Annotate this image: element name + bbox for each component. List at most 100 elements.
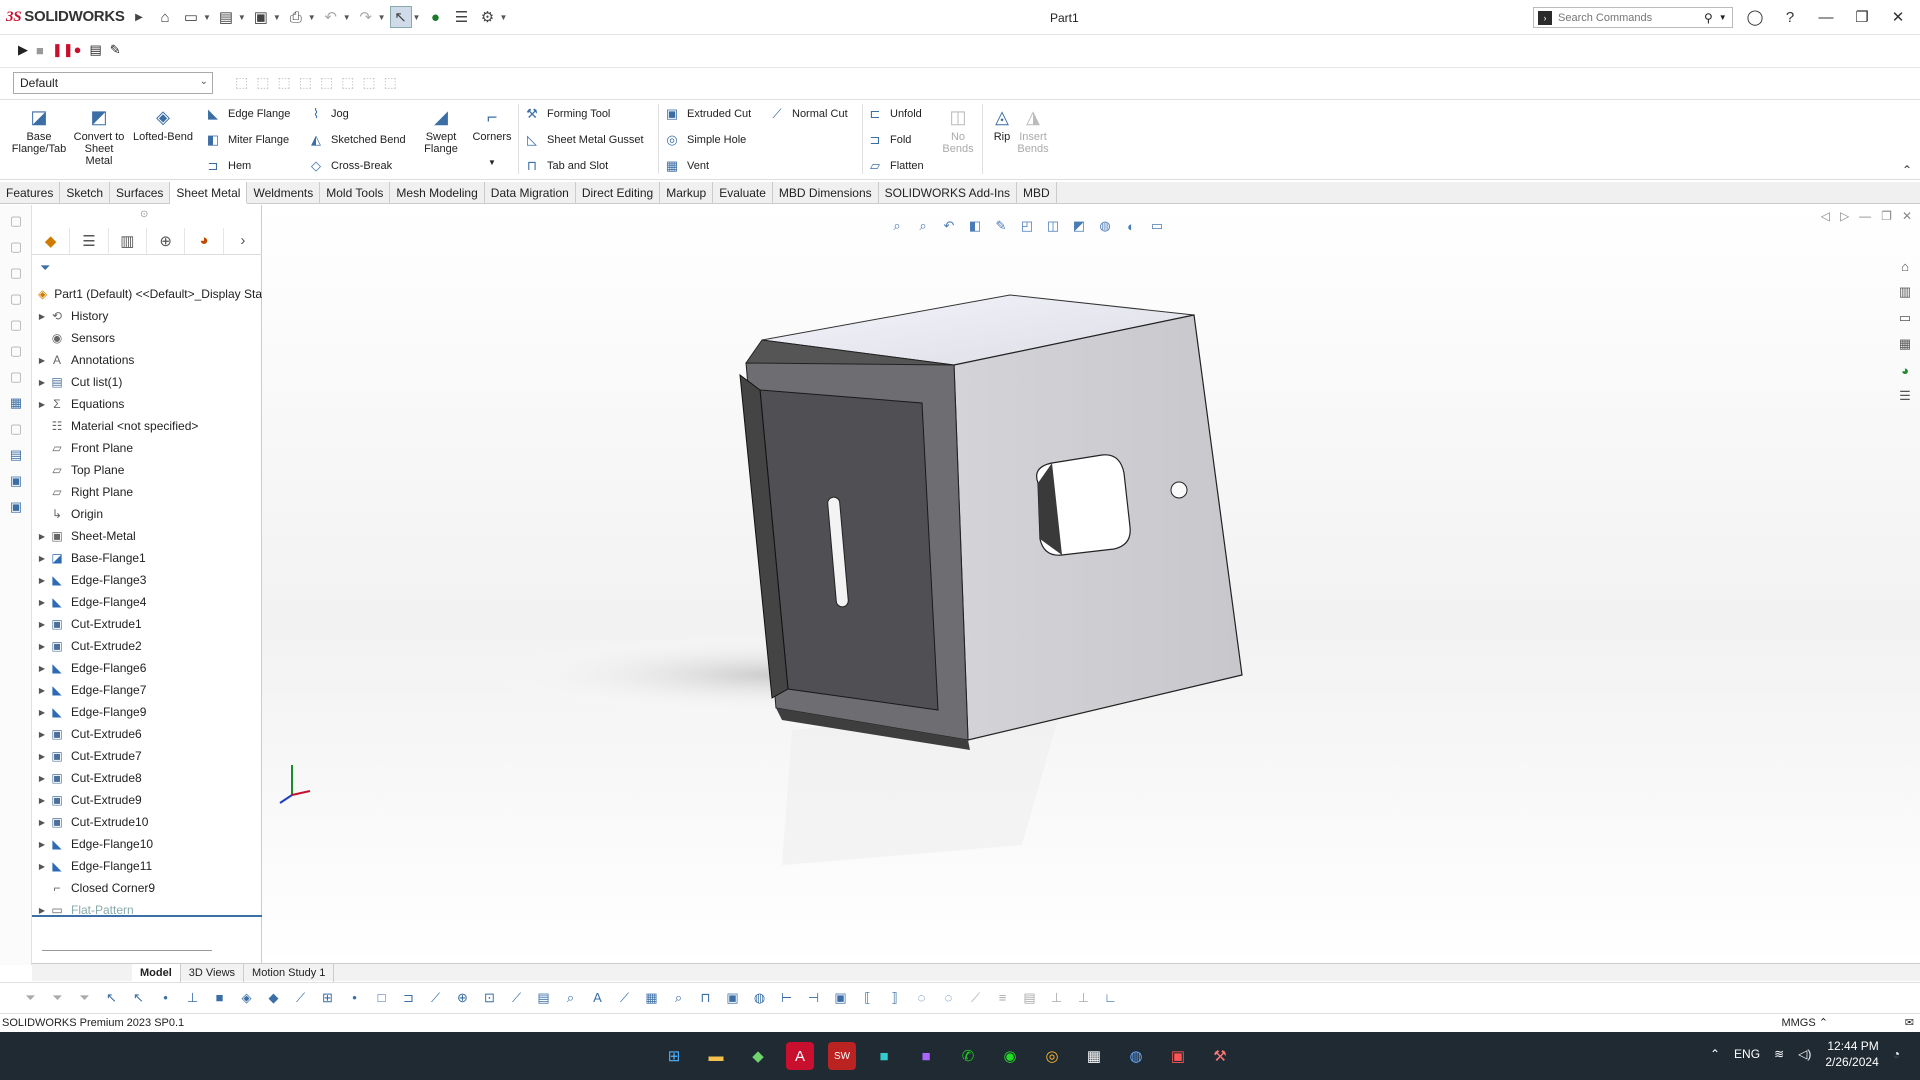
corners-button[interactable]: ⌐ Corners ▼: [468, 106, 516, 169]
tab-surfaces[interactable]: Surfaces: [110, 182, 171, 204]
tree-item[interactable]: ▶ ◣ Edge-Flange9: [32, 701, 262, 723]
chrome-icon[interactable]: ◎: [1038, 1042, 1066, 1070]
record-macro-icon[interactable]: ❚❚●: [52, 42, 82, 58]
file-properties-icon[interactable]: ☰: [450, 6, 472, 28]
search-input[interactable]: [1558, 11, 1698, 24]
filter-icon[interactable]: ⏷: [40, 260, 50, 276]
bottom-tool-icon-33[interactable]: ⟧: [884, 987, 905, 1008]
expand-arrow-icon[interactable]: ▶: [36, 796, 48, 805]
expand-arrow-icon[interactable]: ▶: [36, 378, 48, 387]
tab-mbd[interactable]: MBD: [1017, 182, 1057, 204]
bottom-tool-icon-15[interactable]: ⊐: [398, 987, 419, 1008]
bottom-tool-icon-24[interactable]: ▦: [641, 987, 662, 1008]
expand-arrow-icon[interactable]: ▶: [36, 642, 48, 651]
chevron-up-icon[interactable]: ⌃: [1710, 1047, 1720, 1061]
strip-icon-5[interactable]: ▢: [6, 315, 26, 335]
expand-arrow-icon[interactable]: ▶: [36, 400, 48, 409]
bottom-tool-icon-32[interactable]: ⟦: [857, 987, 878, 1008]
tab-motion-study[interactable]: Motion Study 1: [244, 963, 335, 982]
tree-item[interactable]: ▶ ◣ Edge-Flange11: [32, 855, 262, 877]
tab-sheet-metal[interactable]: Sheet Metal: [170, 182, 248, 204]
options-gear-icon[interactable]: ⚙: [476, 6, 498, 28]
solidworks-resources-icon[interactable]: ⌂: [1894, 255, 1916, 277]
miter-flange-button[interactable]: ◧ Miter Flange: [204, 130, 289, 150]
tree-item[interactable]: ▱ Top Plane: [32, 459, 262, 481]
bottom-tool-icon-20[interactable]: ▤: [533, 987, 554, 1008]
bottom-tool-icon-38[interactable]: ▤: [1019, 987, 1040, 1008]
tree-root[interactable]: ◈ Part1 (Default) <<Default>_Display Sta: [32, 283, 262, 305]
app-icon-teal[interactable]: ■: [870, 1042, 898, 1070]
app-icon-purple[interactable]: ■: [912, 1042, 940, 1070]
undo-icon[interactable]: ↶: [320, 6, 342, 28]
tree-item[interactable]: ▶ ◣ Edge-Flange7: [32, 679, 262, 701]
feature-manager-icon[interactable]: ◆: [32, 227, 71, 254]
solidworks-taskbar-icon[interactable]: SW: [828, 1042, 856, 1070]
tree-item[interactable]: ▶ ▣ Cut-Extrude8: [32, 767, 262, 789]
sketched-bend-button[interactable]: ◭ Sketched Bend: [307, 130, 406, 150]
bottom-tool-icon-35[interactable]: ◌: [938, 987, 959, 1008]
bottom-tool-icon-9[interactable]: ◈: [236, 987, 257, 1008]
strip-icon-11[interactable]: ▣: [6, 471, 26, 491]
hem-button[interactable]: ⊐ Hem: [204, 156, 252, 176]
expand-arrow-icon[interactable]: ▶: [36, 906, 48, 915]
restore-icon[interactable]: ❐: [1850, 6, 1874, 28]
file-explorer-icon[interactable]: ▬: [702, 1042, 730, 1070]
acrobat-icon[interactable]: A: [786, 1042, 814, 1070]
close-icon[interactable]: ✕: [1886, 6, 1910, 28]
display-manager-icon[interactable]: ◕: [185, 227, 224, 254]
appearances-icon[interactable]: ◕: [1894, 359, 1916, 381]
tree-item[interactable]: ▶ ▣ Cut-Extrude6: [32, 723, 262, 745]
tree-item[interactable]: ▶ ◣ Edge-Flange4: [32, 591, 262, 613]
design-library-icon[interactable]: ▥: [1894, 281, 1916, 303]
tree-item[interactable]: ▱ Front Plane: [32, 437, 262, 459]
tree-item[interactable]: ▶ ⟲ History: [32, 305, 262, 327]
expand-arrow-icon[interactable]: ▶: [36, 356, 48, 365]
search-commands[interactable]: › ⚲ ▼: [1533, 7, 1733, 28]
tree-item[interactable]: ▱ Right Plane: [32, 481, 262, 503]
expand-arrow-icon[interactable]: ▶: [36, 774, 48, 783]
bottom-tool-icon-5[interactable]: ↖: [128, 987, 149, 1008]
expand-arrow-icon[interactable]: ▶: [36, 840, 48, 849]
bottom-tool-icon-28[interactable]: ◍: [749, 987, 770, 1008]
expand-arrow-icon[interactable]: ▶: [36, 554, 48, 563]
tree-item[interactable]: ▶ ▣ Cut-Extrude7: [32, 745, 262, 767]
strip-icon-3[interactable]: ▢: [6, 263, 26, 283]
vent-button[interactable]: ▦ Vent: [663, 156, 709, 176]
new-document-icon[interactable]: ▭: [180, 6, 202, 28]
notification-bell-icon[interactable]: ◔: [1893, 1047, 1900, 1061]
strip-icon-6[interactable]: ▢: [6, 341, 26, 361]
simple-hole-button[interactable]: ◎ Simple Hole: [663, 130, 746, 150]
bottom-tool-icon-27[interactable]: ▣: [722, 987, 743, 1008]
bottom-tool-icon-26[interactable]: ⊓: [695, 987, 716, 1008]
volume-icon[interactable]: ◁): [1798, 1047, 1811, 1061]
expand-arrow-icon[interactable]: ▶: [36, 664, 48, 673]
bottom-tool-icon-22[interactable]: A: [587, 987, 608, 1008]
bottom-tool-icon-6[interactable]: •: [155, 987, 176, 1008]
extruded-cut-button[interactable]: ▣ Extruded Cut: [663, 104, 751, 124]
expand-arrow-icon[interactable]: ▶: [36, 752, 48, 761]
bottom-tool-icon-2[interactable]: ⏷: [47, 987, 68, 1008]
tab-mold-tools[interactable]: Mold Tools: [320, 182, 391, 204]
view-palette-icon[interactable]: ▦: [1894, 333, 1916, 355]
tree-item[interactable]: ▶ ▣ Cut-Extrude2: [32, 635, 262, 657]
open-icon[interactable]: ▤: [215, 6, 237, 28]
bottom-tool-icon-39[interactable]: ⊥: [1046, 987, 1067, 1008]
redo-icon[interactable]: ↷: [355, 6, 377, 28]
app-icon-red[interactable]: ▣: [1164, 1042, 1192, 1070]
configuration-select[interactable]: Default ⌄: [13, 72, 213, 94]
bottom-tool-icon-41[interactable]: ∟: [1100, 987, 1121, 1008]
tab-features[interactable]: Features: [0, 182, 61, 204]
notifications-icon[interactable]: ✉: [1905, 1014, 1914, 1033]
cross-break-button[interactable]: ◇ Cross-Break: [307, 156, 392, 176]
configuration-manager-icon[interactable]: ▥: [109, 227, 148, 254]
bottom-tool-icon-11[interactable]: ⟋: [290, 987, 311, 1008]
flatten-button[interactable]: ▱ Flatten: [866, 156, 924, 176]
dimxpert-manager-icon[interactable]: ⊕: [147, 227, 186, 254]
bottom-tool-icon-3[interactable]: ⏷: [74, 987, 95, 1008]
fold-button[interactable]: ⊐ Fold: [866, 130, 912, 150]
phone-icon[interactable]: ✆: [954, 1042, 982, 1070]
swept-flange-button[interactable]: ◢ Swept Flange: [418, 106, 464, 155]
tree-item[interactable]: ▶ Σ Equations: [32, 393, 262, 415]
horizontal-scrollbar[interactable]: [42, 950, 212, 951]
expand-arrow-icon[interactable]: ▶: [36, 598, 48, 607]
